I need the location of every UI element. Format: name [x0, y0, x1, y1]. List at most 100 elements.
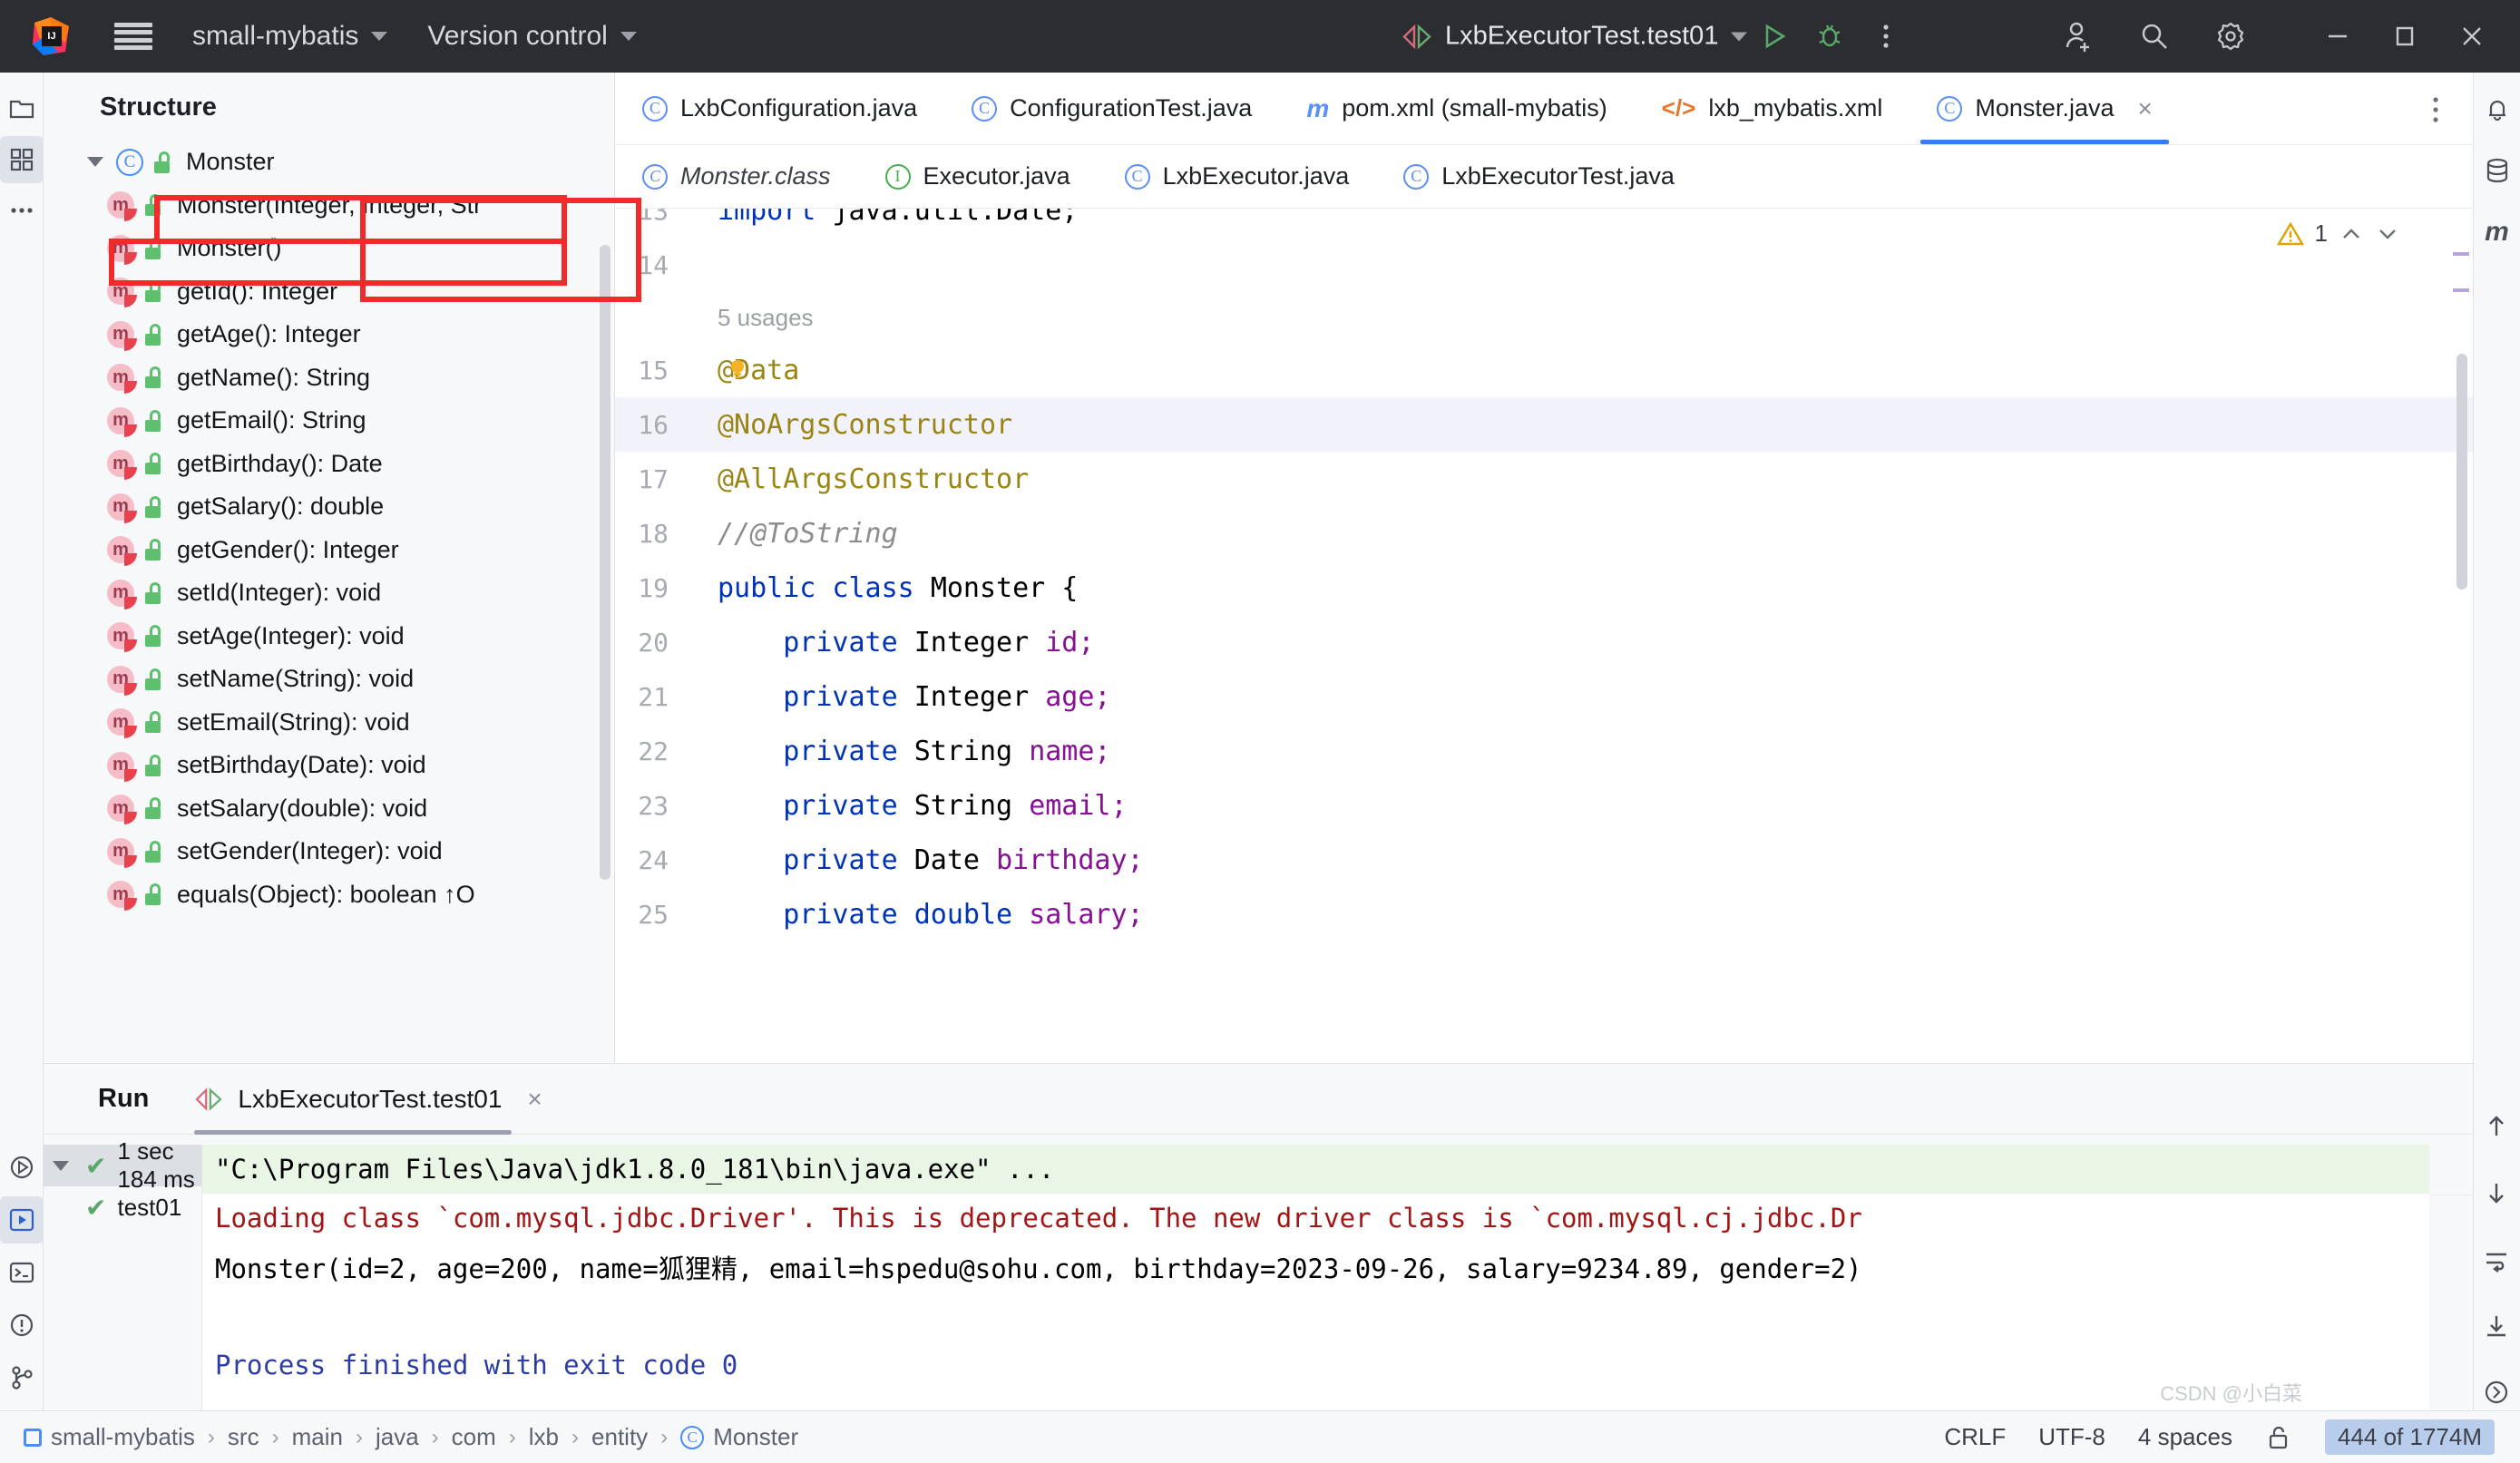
sidebar-item-terminal[interactable]: [0, 1249, 44, 1296]
editor-scrollbar[interactable]: [2457, 354, 2467, 590]
structure-item[interactable]: m getName(): String: [44, 356, 614, 400]
breadcrumb-item[interactable]: src: [228, 1423, 259, 1451]
more-vertical-icon[interactable]: [1858, 8, 1914, 64]
read-only-lock-icon[interactable]: [2265, 1425, 2292, 1450]
code-line[interactable]: 20 private Integer id;: [615, 615, 2473, 669]
console-output[interactable]: "C:\Program Files\Java\jdk1.8.0_181\bin\…: [202, 1145, 2429, 1410]
structure-item[interactable]: m setEmail(String): void: [44, 701, 614, 745]
structure-item[interactable]: m equals(Object): boolean ↑O: [44, 873, 614, 917]
maven-icon[interactable]: m: [2476, 209, 2519, 256]
editor-tab[interactable]: C LxbExecutorTest.java: [1376, 145, 1702, 208]
code-line[interactable]: 18 //@ToString: [615, 506, 2473, 561]
line-separator-label[interactable]: CRLF: [1944, 1423, 2006, 1451]
close-icon[interactable]: ×: [527, 1085, 542, 1114]
structure-item[interactable]: m setAge(Integer): void: [44, 615, 614, 658]
code-line[interactable]: 21 private Integer age;: [615, 669, 2473, 724]
editor-tab[interactable]: m pom.xml (small-mybatis): [1279, 73, 1634, 144]
structure-item[interactable]: m setName(String): void: [44, 658, 614, 701]
editor-tab[interactable]: I Executor.java: [858, 145, 1098, 208]
breadcrumb-item[interactable]: com: [452, 1423, 496, 1451]
structure-scrollbar[interactable]: [600, 245, 610, 880]
code-line[interactable]: 14: [615, 238, 2473, 292]
notifications-icon[interactable]: [2476, 85, 2519, 132]
project-selector[interactable]: small-mybatis: [192, 21, 388, 52]
chevron-right-icon[interactable]: [2477, 1375, 2515, 1410]
soft-wrap-icon[interactable]: [2477, 1242, 2515, 1277]
editor-tab[interactable]: C LxbExecutor.java: [1098, 145, 1377, 208]
breadcrumb-item[interactable]: java: [376, 1423, 419, 1451]
test-results-tree[interactable]: ✔ 1 sec 184 ms ✔ test01: [44, 1137, 202, 1410]
code-line[interactable]: 25 private double salary;: [615, 887, 2473, 934]
editor-inspection-status[interactable]: 1: [2276, 219, 2400, 248]
test-tree-node[interactable]: ✔ 1 sec 184 ms: [44, 1137, 201, 1193]
breadcrumb[interactable]: small-mybatis › src › main › java › com › lxb › enti…: [0, 1423, 798, 1451]
structure-item[interactable]: m setGender(Integer): void: [44, 830, 614, 873]
structure-item[interactable]: m getId(): Integer: [44, 270, 614, 314]
sidebar-item-run-panel[interactable]: [0, 1196, 44, 1244]
more-dots-icon[interactable]: [0, 187, 44, 234]
code-lines[interactable]: 13 import java.util.Date; 14 5 usages 15 @Dat…: [615, 209, 2473, 934]
code-line[interactable]: 15 @Data: [615, 343, 2473, 397]
search-icon[interactable]: [2126, 8, 2183, 64]
code-editor[interactable]: 1 13 import java.util.Date; 14 5 usages 15 @D…: [615, 209, 2473, 934]
memory-indicator[interactable]: 444 of 1774M: [2324, 1419, 2495, 1455]
usage-hint[interactable]: 5 usages: [615, 292, 2473, 343]
gear-icon[interactable]: [2203, 8, 2259, 64]
breadcrumb-item[interactable]: small-mybatis: [24, 1423, 195, 1451]
code-line[interactable]: 16 @NoArgsConstructor: [615, 397, 2473, 452]
version-control-selector[interactable]: Version control: [427, 21, 637, 52]
code-line[interactable]: 13 import java.util.Date;: [615, 209, 2473, 238]
intention-bulb-icon[interactable]: [726, 357, 749, 381]
code-line[interactable]: 17 @AllArgsConstructor: [615, 452, 2473, 506]
structure-item[interactable]: m getSalary(): double: [44, 485, 614, 529]
editor-tab[interactable]: C Monster.java ×: [1910, 73, 2179, 144]
structure-item[interactable]: m getEmail(): String: [44, 399, 614, 443]
code-line[interactable]: 23 private String email;: [615, 778, 2473, 833]
structure-item[interactable]: m setSalary(double): void: [44, 787, 614, 831]
structure-item[interactable]: m getAge(): Integer: [44, 313, 614, 356]
run-button[interactable]: [1745, 8, 1802, 64]
arrow-up-icon[interactable]: [2477, 1108, 2515, 1144]
sidebar-item-structure[interactable]: [0, 136, 44, 183]
structure-tree[interactable]: C Monster m Monster(Integer, Integer, Str…: [44, 141, 614, 916]
sidebar-item-problems[interactable]: [0, 1302, 44, 1349]
breadcrumb-item[interactable]: entity: [591, 1423, 648, 1451]
maximize-window-button[interactable]: [2371, 0, 2438, 73]
close-icon[interactable]: ×: [2137, 94, 2152, 123]
breadcrumb-item[interactable]: lxb: [529, 1423, 559, 1451]
debug-button[interactable]: [1802, 8, 1858, 64]
editor-tabs-more-icon[interactable]: [2431, 94, 2440, 125]
editor-tab[interactable]: C ConfigurationTest.java: [944, 73, 1279, 144]
add-account-icon[interactable]: [2050, 8, 2106, 64]
arrow-down-icon[interactable]: [2477, 1175, 2515, 1210]
editor-tabs-row-2[interactable]: C Monster.class I Executor.java C LxbExecutor…: [615, 145, 2473, 209]
structure-item[interactable]: m setBirthday(Date): void: [44, 744, 614, 787]
editor-tabs-row-1[interactable]: C LxbConfiguration.java C ConfigurationTest…: [615, 73, 2473, 145]
breadcrumb-item[interactable]: C Monster: [680, 1423, 798, 1451]
indent-label[interactable]: 4 spaces: [2138, 1423, 2232, 1451]
code-line[interactable]: 24 private Date birthday;: [615, 833, 2473, 887]
breadcrumb-item[interactable]: main: [292, 1423, 343, 1451]
editor-tab[interactable]: </> lxb_mybatis.xml: [1635, 73, 1910, 144]
code-line[interactable]: 22 private String name;: [615, 724, 2473, 778]
sidebar-item-run[interactable]: [0, 1144, 44, 1191]
structure-root-monster[interactable]: C Monster: [44, 141, 614, 184]
structure-item[interactable]: m Monster(Integer, Integer, Str: [44, 184, 614, 228]
structure-item[interactable]: m getGender(): Integer: [44, 529, 614, 572]
run-session-tab[interactable]: LxbExecutorTest.test01 ×: [194, 1064, 542, 1135]
sidebar-item-project[interactable]: [0, 85, 44, 132]
editor-tab[interactable]: C Monster.class: [615, 145, 858, 208]
scroll-to-end-icon[interactable]: [2477, 1308, 2515, 1343]
structure-item[interactable]: m Monster(): [44, 227, 614, 270]
editor-tab[interactable]: C LxbConfiguration.java: [615, 73, 944, 144]
structure-item[interactable]: m getBirthday(): Date: [44, 443, 614, 486]
hamburger-menu-icon[interactable]: [114, 23, 152, 50]
structure-item[interactable]: m setId(Integer): void: [44, 571, 614, 615]
chevron-down-icon[interactable]: [53, 1160, 69, 1171]
test-tree-node[interactable]: ✔ test01: [44, 1186, 201, 1228]
minimize-window-button[interactable]: [2304, 0, 2371, 73]
code-line[interactable]: 19 public class Monster {: [615, 561, 2473, 615]
run-configuration-selector[interactable]: LxbExecutorTest.test01: [1402, 22, 1748, 52]
close-window-button[interactable]: [2438, 0, 2505, 73]
sidebar-item-version-control[interactable]: [0, 1354, 44, 1401]
